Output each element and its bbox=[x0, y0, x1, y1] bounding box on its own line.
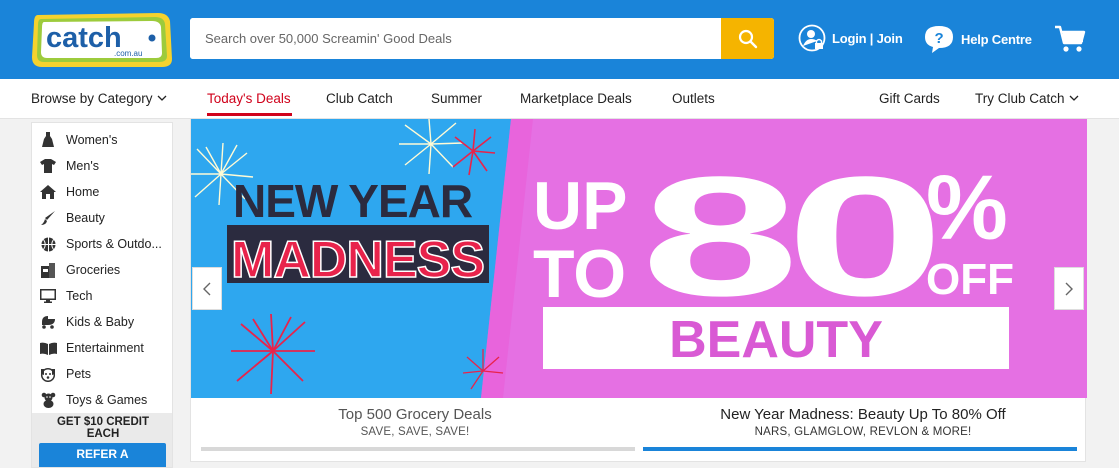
main-nav: Browse by Category Today's Deals Club Ca… bbox=[0, 79, 1119, 119]
site-header: catch .com.au Login | Join ? Help Centre bbox=[0, 0, 1119, 79]
brush-icon bbox=[41, 211, 55, 225]
headline-madness: MADNESS bbox=[231, 231, 484, 289]
sidebar-item-home[interactable]: Home bbox=[32, 179, 172, 205]
sidebar-item-mens[interactable]: Men's bbox=[32, 153, 172, 179]
home-icon bbox=[40, 185, 56, 199]
sidebar-item-label: Men's bbox=[66, 159, 99, 173]
refer-button[interactable]: REFER A bbox=[39, 443, 166, 467]
carousel-tab-grocery[interactable]: Top 500 Grocery Deals SAVE, SAVE, SAVE! bbox=[191, 399, 639, 461]
sidebar-item-beauty[interactable]: Beauty bbox=[32, 205, 172, 231]
offer-beauty: BEAUTY bbox=[669, 311, 883, 369]
referral-promo: GET $10 CREDIT EACH REFER A bbox=[32, 413, 172, 467]
tab-subtitle: NARS, GLAMGLOW, REVLON & MORE! bbox=[754, 426, 972, 438]
help-bubble-icon: ? bbox=[925, 26, 953, 53]
browse-by-category[interactable]: Browse by Category bbox=[31, 91, 167, 106]
nav-club-catch[interactable]: Club Catch bbox=[326, 91, 393, 106]
headline-new-year: NEW YEAR bbox=[233, 175, 473, 227]
carousel-next-button[interactable] bbox=[1054, 267, 1084, 310]
sidebar-item-label: Groceries bbox=[66, 263, 121, 277]
offer-80: 80 bbox=[641, 142, 933, 332]
sidebar-item-sports[interactable]: Sports & Outdo... bbox=[32, 231, 172, 257]
search-input[interactable] bbox=[190, 18, 721, 59]
tab-indicator-active bbox=[643, 447, 1077, 451]
nav-gift-cards[interactable]: Gift Cards bbox=[879, 91, 940, 106]
nav-todays-deals[interactable]: Today's Deals bbox=[207, 91, 291, 106]
chevron-down-icon bbox=[157, 95, 167, 101]
sidebar-item-kids-baby[interactable]: Kids & Baby bbox=[32, 309, 172, 335]
sidebar-item-label: Entertainment bbox=[66, 341, 144, 355]
sidebar-item-groceries[interactable]: Groceries bbox=[32, 257, 172, 283]
sidebar-item-label: Toys & Games bbox=[66, 393, 148, 407]
tab-title: Top 500 Grocery Deals bbox=[338, 406, 492, 423]
offer-percent: % bbox=[926, 157, 1008, 259]
dog-icon bbox=[40, 367, 56, 382]
search-button[interactable] bbox=[721, 18, 774, 59]
cart-icon[interactable] bbox=[1054, 24, 1086, 54]
tab-indicator bbox=[201, 447, 635, 451]
login-link[interactable]: Login | Join bbox=[798, 24, 903, 52]
sidebar-item-pets[interactable]: Pets bbox=[32, 361, 172, 387]
offer-up: UP bbox=[533, 168, 627, 244]
sidebar-item-label: Sports & Outdo... bbox=[66, 237, 162, 251]
svg-text:?: ? bbox=[935, 30, 944, 47]
sidebar-item-entertainment[interactable]: Entertainment bbox=[32, 335, 172, 361]
svg-text:catch: catch bbox=[46, 22, 122, 54]
hero-banner-image[interactable]: NEW YEAR MADNESS UP TO 80 % OFF BEAUTY bbox=[191, 119, 1087, 398]
sidebar-item-label: Tech bbox=[66, 289, 93, 303]
chevron-down-icon bbox=[1069, 95, 1078, 101]
sidebar-item-tech[interactable]: Tech bbox=[32, 283, 172, 309]
offer-off: OFF bbox=[926, 255, 1014, 304]
nav-summer[interactable]: Summer bbox=[431, 91, 482, 106]
pram-icon bbox=[42, 316, 55, 329]
credit-text: GET $10 CREDIT EACH bbox=[56, 416, 150, 440]
sidebar-item-label: Pets bbox=[66, 367, 92, 381]
shirt-icon bbox=[40, 159, 56, 173]
grocery-icon bbox=[41, 262, 55, 278]
hero-carousel: NEW YEAR MADNESS UP TO 80 % OFF BEAUTY T… bbox=[190, 119, 1087, 462]
chevron-left-icon bbox=[203, 282, 211, 295]
nav-outlets[interactable]: Outlets bbox=[672, 91, 715, 106]
sidebar-item-label: Women's bbox=[66, 133, 118, 147]
help-label: Help Centre bbox=[961, 31, 1032, 47]
browse-label: Browse by Category bbox=[31, 91, 153, 106]
catch-logo[interactable]: catch .com.au bbox=[30, 9, 174, 71]
monitor-icon bbox=[40, 289, 56, 303]
teddy-icon bbox=[41, 392, 55, 408]
carousel-tab-beauty[interactable]: New Year Madness: Beauty Up To 80% Off N… bbox=[639, 399, 1087, 461]
sidebar-item-womens[interactable]: Women's bbox=[32, 127, 172, 153]
search-icon bbox=[738, 29, 757, 48]
user-lock-icon bbox=[798, 24, 826, 52]
search-bar bbox=[190, 18, 774, 59]
active-nav-underline bbox=[207, 113, 292, 116]
sidebar-item-label: Home bbox=[66, 185, 100, 199]
sidebar-item-label: Beauty bbox=[66, 211, 105, 225]
tab-subtitle: SAVE, SAVE, SAVE! bbox=[360, 426, 470, 438]
svg-text:.com.au: .com.au bbox=[114, 49, 142, 58]
login-label: Login | Join bbox=[832, 30, 903, 46]
sidebar-item-label: Kids & Baby bbox=[66, 315, 135, 329]
book-icon bbox=[39, 342, 57, 355]
nav-marketplace-deals[interactable]: Marketplace Deals bbox=[520, 91, 632, 106]
ball-icon bbox=[41, 237, 55, 251]
help-centre-link[interactable]: ? Help Centre bbox=[923, 24, 1032, 54]
tab-title: New Year Madness: Beauty Up To 80% Off bbox=[720, 406, 1006, 423]
category-sidebar: Women's Men's Home Beauty Sports & Outdo… bbox=[31, 122, 173, 468]
dress-icon bbox=[42, 132, 54, 147]
chevron-right-icon bbox=[1065, 282, 1073, 295]
nav-try-club-catch[interactable]: Try Club Catch bbox=[975, 91, 1079, 106]
try-club-label: Try Club Catch bbox=[975, 91, 1065, 106]
sidebar-item-toys-games[interactable]: Toys & Games bbox=[32, 387, 172, 413]
carousel-prev-button[interactable] bbox=[192, 267, 222, 310]
offer-to: TO bbox=[533, 236, 626, 312]
